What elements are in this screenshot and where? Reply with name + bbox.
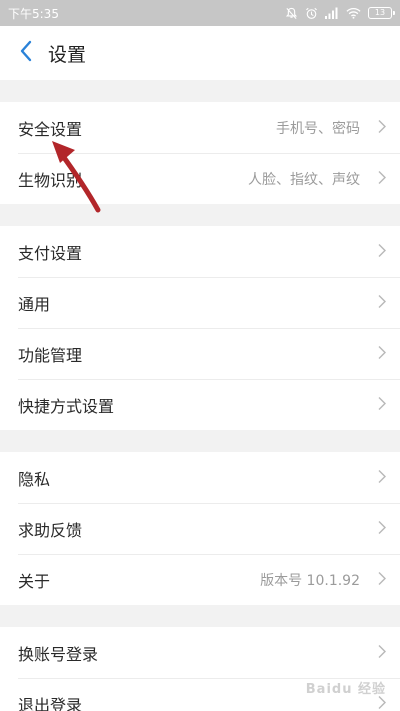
row-label: 快捷方式设置	[18, 396, 115, 416]
section-gap	[0, 605, 400, 627]
row-label: 生物识别	[18, 170, 83, 190]
chevron-right-icon	[378, 344, 386, 363]
section-gap	[0, 430, 400, 452]
row-payment-settings[interactable]: 支付设置	[0, 226, 400, 277]
row-switch-account[interactable]: 换账号登录	[0, 627, 400, 678]
row-label: 通用	[18, 294, 51, 314]
row-shortcut-settings[interactable]: 快捷方式设置	[0, 379, 400, 430]
battery-icon: 13	[368, 7, 395, 19]
row-label: 隐私	[18, 469, 51, 489]
back-arrow-icon	[19, 40, 33, 66]
row-general[interactable]: 通用	[0, 277, 400, 328]
row-security-settings[interactable]: 安全设置 手机号、密码	[0, 102, 400, 153]
watermark-logo: Baidu 经验	[305, 682, 386, 697]
back-button[interactable]	[0, 26, 52, 80]
settings-screen: 下午5:35 13 设置 安全设置 手机号、密码 生物识别 人脸、指纹、声纹 支…	[0, 0, 400, 711]
row-label: 换账号登录	[18, 644, 99, 664]
settings-list: 安全设置 手机号、密码 生物识别 人脸、指纹、声纹 支付设置 通用 功能管理 快…	[0, 80, 400, 711]
header: 设置	[0, 26, 400, 80]
row-label: 关于	[18, 571, 51, 591]
settings-group-general: 支付设置 通用 功能管理 快捷方式设置	[0, 226, 400, 430]
chevron-right-icon	[378, 643, 386, 662]
chevron-right-icon	[378, 468, 386, 487]
row-help-feedback[interactable]: 求助反馈	[0, 503, 400, 554]
row-value: 人脸、指纹、声纹	[248, 171, 360, 188]
page-title: 设置	[48, 43, 87, 66]
status-bar: 下午5:35 13	[0, 0, 400, 26]
row-label: 求助反馈	[18, 520, 83, 540]
status-icons: 13	[285, 7, 395, 20]
row-biometrics[interactable]: 生物识别 人脸、指纹、声纹	[0, 153, 400, 204]
row-label: 安全设置	[18, 119, 83, 139]
settings-group-info: 隐私 求助反馈 关于 版本号 10.1.92	[0, 452, 400, 605]
mute-bell-icon	[285, 7, 298, 20]
section-gap	[0, 80, 400, 102]
settings-group-account: 安全设置 手机号、密码 生物识别 人脸、指纹、声纹	[0, 102, 400, 204]
row-value: 手机号、密码	[276, 120, 360, 137]
section-gap	[0, 204, 400, 226]
wifi-icon	[346, 7, 361, 19]
alarm-icon	[305, 7, 318, 20]
status-time: 下午5:35	[8, 6, 59, 21]
chevron-right-icon	[378, 169, 386, 188]
chevron-right-icon	[378, 570, 386, 589]
chevron-right-icon	[378, 395, 386, 414]
chevron-right-icon	[378, 118, 386, 137]
chevron-right-icon	[378, 519, 386, 538]
signal-icon	[325, 7, 339, 19]
row-label: 支付设置	[18, 243, 83, 263]
row-value: 版本号 10.1.92	[260, 572, 360, 589]
row-privacy[interactable]: 隐私	[0, 452, 400, 503]
row-about[interactable]: 关于 版本号 10.1.92	[0, 554, 400, 605]
row-label: 功能管理	[18, 345, 83, 365]
chevron-right-icon	[378, 293, 386, 312]
chevron-right-icon	[378, 242, 386, 261]
settings-group-login: 换账号登录 退出登录	[0, 627, 400, 711]
row-feature-management[interactable]: 功能管理	[0, 328, 400, 379]
